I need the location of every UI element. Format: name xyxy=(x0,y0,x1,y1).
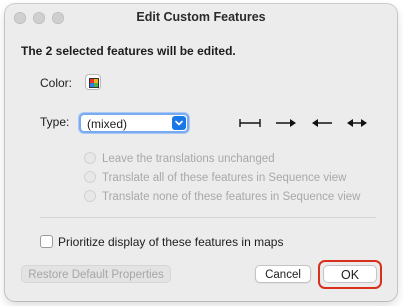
type-select-value: (mixed) xyxy=(87,117,128,131)
radio-label: Leave the translations unchanged xyxy=(102,153,275,165)
radio-translate-none[interactable]: Translate none of these features in Sequ… xyxy=(84,190,361,203)
color-label: Color: xyxy=(40,76,73,90)
radio-circle xyxy=(84,190,96,202)
divider xyxy=(40,217,376,218)
cancel-button[interactable]: Cancel xyxy=(255,265,311,283)
radio-leave-translations[interactable]: Leave the translations unchanged xyxy=(84,152,275,165)
radio-label: Translate none of these features in Sequ… xyxy=(102,191,361,203)
radio-circle xyxy=(84,152,96,164)
prioritize-checkbox[interactable]: Prioritize display of these features in … xyxy=(40,235,283,249)
radio-circle xyxy=(84,171,96,183)
arrow-both-icon[interactable] xyxy=(346,117,368,129)
ok-button[interactable]: OK xyxy=(323,265,377,283)
checkbox-box xyxy=(40,235,53,248)
arrow-left-icon[interactable] xyxy=(311,117,333,129)
chevron-down-icon xyxy=(172,116,186,130)
arrow-right-icon[interactable] xyxy=(275,117,297,129)
title-bar: Edit Custom Features xyxy=(5,4,397,30)
dialog-heading: The 2 selected features will be edited. xyxy=(21,44,236,58)
prioritize-label: Prioritize display of these features in … xyxy=(58,235,284,249)
type-select[interactable]: (mixed) xyxy=(79,113,189,133)
interval-icon[interactable] xyxy=(239,117,261,129)
color-picker-button[interactable] xyxy=(85,74,101,90)
color-palette-icon xyxy=(89,78,99,88)
radio-label: Translate all of these features in Seque… xyxy=(102,172,347,184)
restore-defaults-button[interactable]: Restore Default Properties xyxy=(21,265,171,283)
type-label: Type: xyxy=(40,115,70,129)
edit-custom-features-dialog: Edit Custom Features The 2 selected feat… xyxy=(5,4,397,301)
radio-translate-all[interactable]: Translate all of these features in Seque… xyxy=(84,171,346,184)
window-title: Edit Custom Features xyxy=(136,10,266,24)
